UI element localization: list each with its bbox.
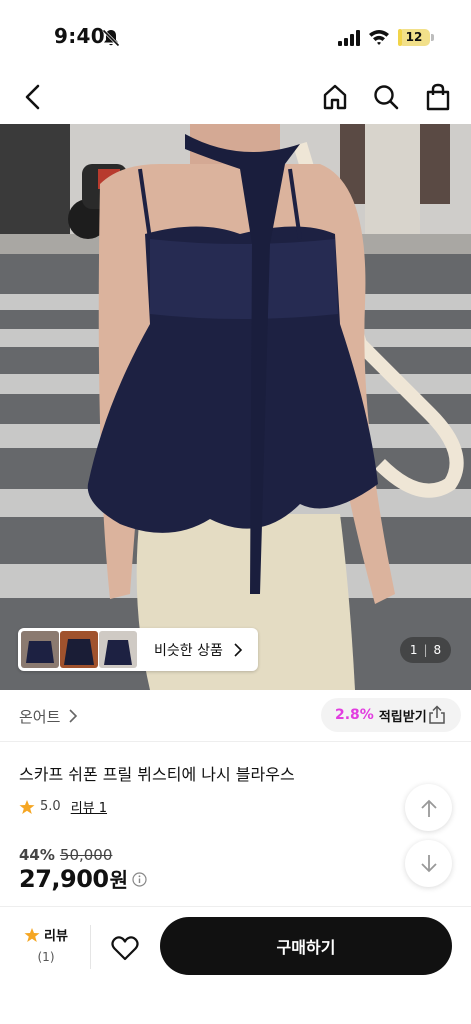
status-time: 9:40 — [54, 24, 105, 48]
similar-thumb — [60, 631, 98, 668]
similar-thumb — [21, 631, 59, 668]
search-button[interactable] — [371, 82, 401, 112]
cart-button[interactable] — [423, 82, 453, 112]
similar-thumb — [99, 631, 137, 668]
arrow-down-icon — [420, 854, 437, 872]
bottom-action-bar: 리뷰 (1) 구매하기 — [0, 906, 471, 1024]
brand-name-link[interactable]: 온어트 — [19, 706, 60, 727]
home-button[interactable] — [320, 82, 350, 112]
cellular-signal-icon — [338, 30, 360, 46]
star-icon — [19, 799, 35, 814]
info-icon[interactable] — [132, 872, 147, 887]
battery-tip — [431, 34, 434, 41]
home-icon — [323, 84, 347, 110]
top-nav — [0, 70, 471, 124]
discount-row: 44% 50,000 — [19, 846, 112, 864]
brand-row: 온어트 2.8% 적립받기 — [0, 690, 471, 742]
page-total: 8 — [433, 643, 442, 657]
chevron-left-icon — [25, 84, 40, 110]
wifi-icon — [369, 30, 389, 45]
wishlist-button[interactable] — [108, 931, 142, 965]
reward-label: 적립받기 — [378, 709, 427, 725]
reward-rate: 2.8% — [335, 707, 374, 723]
share-icon[interactable] — [427, 705, 447, 725]
heart-icon — [111, 936, 139, 961]
scroll-down-button[interactable] — [405, 840, 452, 887]
reward-button[interactable]: 2.8% 적립받기 — [321, 698, 461, 732]
rating-value: 5.0 — [40, 799, 61, 814]
original-price: 50,000 — [59, 846, 113, 864]
review-tab-label: 리뷰 — [44, 929, 68, 944]
chevron-right-icon — [69, 709, 78, 723]
rating-row: 5.0 리뷰 1 — [19, 797, 107, 816]
currency-unit: 원 — [109, 868, 129, 892]
star-icon — [24, 927, 40, 942]
page-separator: | — [423, 643, 428, 657]
discount-rate: 44% — [19, 846, 55, 864]
shopping-bag-icon — [426, 83, 450, 111]
status-bar: 9:40 12 — [0, 0, 471, 70]
scroll-up-button[interactable] — [405, 784, 452, 831]
price-row: 27,900 원 — [19, 864, 147, 893]
back-button[interactable] — [18, 82, 48, 112]
image-page-indicator: 1 | 8 — [400, 637, 451, 663]
similar-products-button[interactable]: 비슷한 상품 — [18, 628, 258, 671]
review-tab-button[interactable]: 리뷰 (1) — [18, 925, 74, 969]
bell-off-icon — [102, 29, 120, 47]
review-tab-count: (1) — [37, 950, 55, 964]
page-current: 1 — [409, 643, 418, 657]
product-photo — [0, 124, 471, 690]
battery-indicator: 12 — [398, 29, 430, 46]
product-image-gallery[interactable] — [0, 124, 471, 690]
battery-level: 12 — [405, 30, 423, 44]
arrow-up-icon — [420, 799, 437, 817]
product-title: 스카프 쉬폰 프릴 뷔스티에 나시 블라우스 — [19, 765, 295, 784]
review-link[interactable]: 리뷰 1 — [71, 797, 107, 816]
sale-price: 27,900 — [19, 864, 109, 893]
search-icon — [374, 85, 399, 110]
similar-products-label: 비슷한 상품 — [154, 642, 223, 659]
chevron-right-icon — [234, 642, 242, 657]
divider — [90, 925, 91, 969]
buy-button[interactable]: 구매하기 — [160, 917, 452, 975]
